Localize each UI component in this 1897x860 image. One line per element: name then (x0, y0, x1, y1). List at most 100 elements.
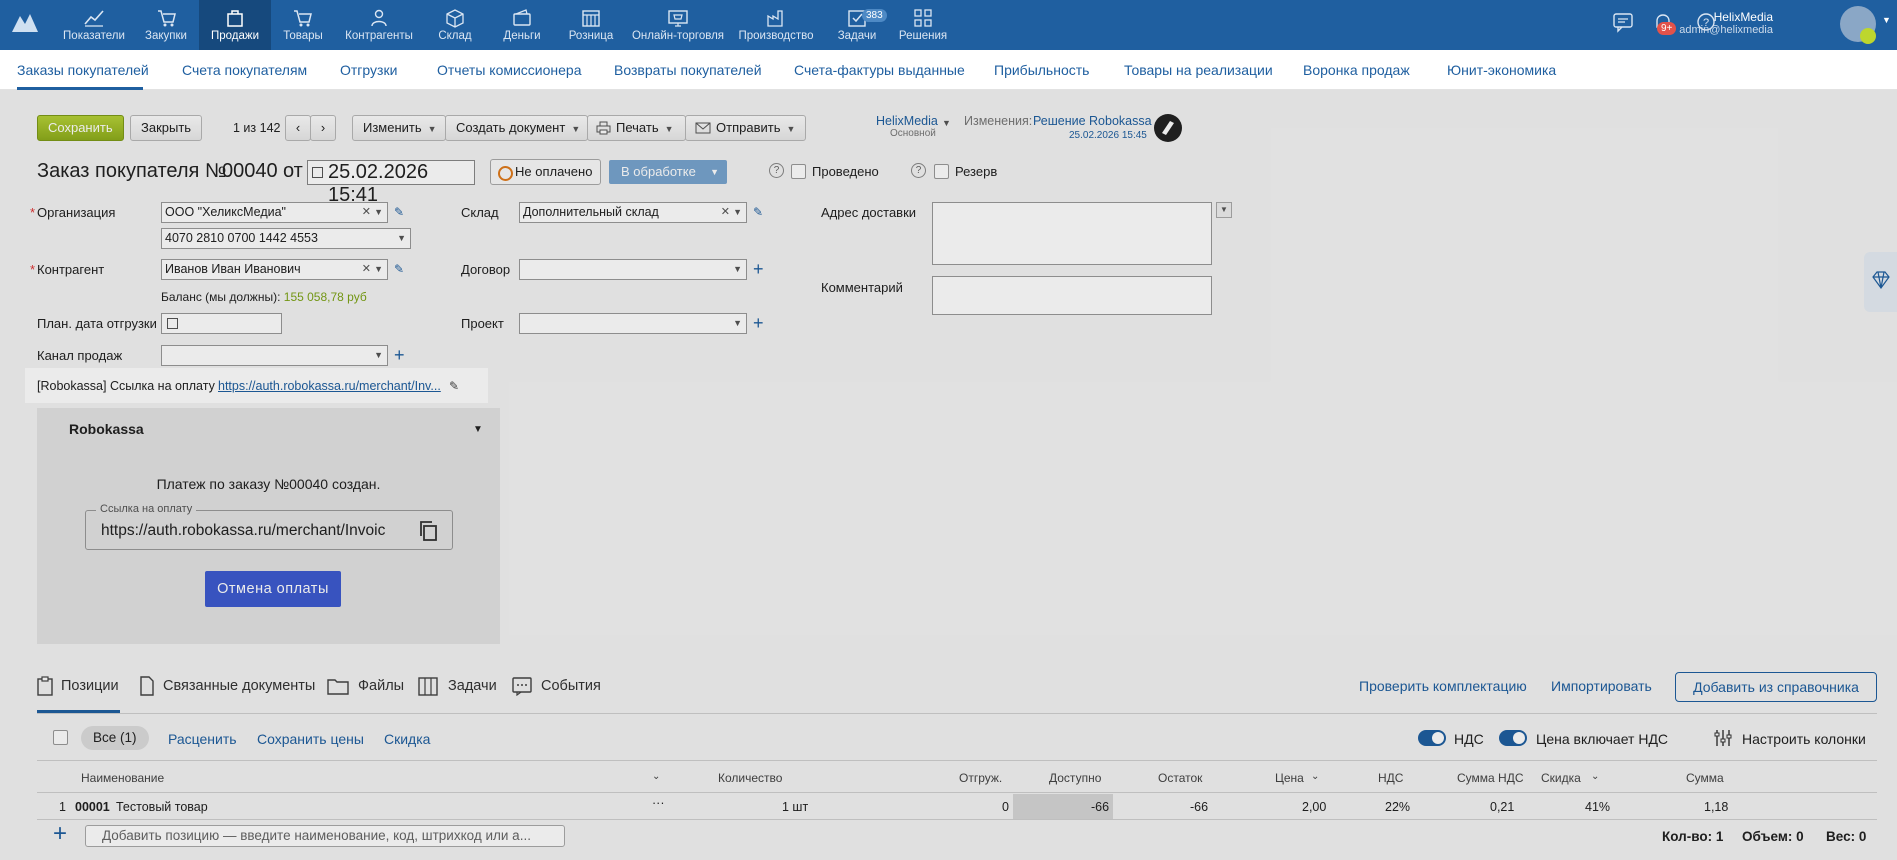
app-logo-icon[interactable] (10, 10, 40, 34)
nav-item-solutions[interactable]: Решения (886, 0, 960, 50)
nav-item-purchases[interactable]: Закупки (129, 0, 203, 50)
order-status-dropdown[interactable]: В обработке ▼ (609, 160, 727, 184)
create-document-button[interactable]: Создать документ ▼ (445, 115, 588, 141)
column-header-vat[interactable]: НДС (1378, 771, 1403, 785)
column-header-sum[interactable]: Сумма (1686, 771, 1724, 785)
nav-item-money[interactable]: Деньги (485, 0, 559, 50)
tab-issued-invoices[interactable]: Счета-фактуры выданные (794, 62, 965, 78)
save-prices-link[interactable]: Сохранить цены (257, 731, 364, 747)
add-position-icon[interactable]: + (53, 821, 67, 847)
bank-account-select[interactable]: 4070 2810 0700 1442 4553 ▼ (161, 228, 411, 249)
contract-select[interactable]: ▼ (519, 259, 747, 280)
expand-address-icon[interactable]: ▼ (1216, 202, 1232, 218)
clear-icon[interactable]: ✕ (721, 203, 730, 222)
comment-field[interactable] (932, 276, 1212, 315)
project-select[interactable]: ▼ (519, 313, 747, 334)
chevron-down-icon[interactable]: ▼ (1882, 15, 1891, 25)
changes-author-link[interactable]: Решение Robokassa (1033, 114, 1152, 128)
help-icon[interactable]: ? (911, 163, 926, 178)
cell-vat[interactable]: 22% (1385, 800, 1410, 814)
tab-events[interactable]: События (541, 678, 601, 694)
column-header-name[interactable]: Наименование (81, 771, 164, 785)
nav-item-indicators[interactable]: Показатели (57, 0, 131, 50)
tab-related-documents[interactable]: Связанные документы (163, 678, 315, 694)
reserve-checkbox[interactable] (934, 164, 949, 179)
column-header-available[interactable]: Доступно (1049, 771, 1101, 785)
edit-pencil-icon[interactable]: ✎ (394, 263, 406, 275)
chat-icon[interactable] (1612, 11, 1634, 33)
nav-item-production[interactable]: Производство (733, 0, 819, 50)
settings-sliders-icon[interactable] (1713, 728, 1733, 748)
nav-item-contractors[interactable]: Контрагенты (340, 0, 418, 50)
column-header-price[interactable]: Цена (1275, 771, 1304, 785)
warehouse-select[interactable]: Дополнительный склад ✕ ▼ (519, 202, 747, 223)
edit-pencil-icon[interactable]: ✎ (753, 206, 765, 218)
tab-tasks[interactable]: Задачи (448, 678, 497, 694)
nav-item-tasks[interactable]: 383 Задачи (820, 0, 894, 50)
contractor-select[interactable]: Иванов Иван Иванович ✕ ▼ (161, 259, 388, 280)
nav-item-sales[interactable]: Продажи (199, 0, 271, 50)
user-name[interactable]: HelixMedia (1714, 10, 1773, 24)
posted-checkbox[interactable] (791, 164, 806, 179)
sales-channel-select[interactable]: ▼ (161, 345, 388, 366)
tab-commissioner-reports[interactable]: Отчеты комиссионера (437, 62, 582, 78)
product-code[interactable]: 00001 (75, 800, 110, 814)
chevron-down-icon[interactable]: ⌄ (1311, 771, 1319, 782)
reprice-link[interactable]: Расценить (168, 731, 237, 747)
payment-status-button[interactable]: Не оплачено (490, 159, 602, 185)
tab-positions[interactable]: Позиции (61, 678, 119, 694)
select-all-checkbox[interactable] (53, 730, 68, 745)
add-icon[interactable]: + (753, 260, 764, 278)
price-includes-vat-toggle[interactable] (1499, 730, 1527, 746)
column-header-discount[interactable]: Скидка (1541, 771, 1581, 785)
caret-down-icon[interactable]: ▼ (942, 118, 951, 128)
column-header-quantity[interactable]: Количество (718, 771, 782, 785)
tab-files[interactable]: Файлы (358, 678, 404, 694)
next-record-button[interactable]: › (310, 115, 336, 141)
tab-sales-funnel[interactable]: Воронка продаж (1303, 62, 1410, 78)
edit-pencil-icon[interactable]: ✎ (449, 379, 459, 393)
product-name[interactable]: Тестовый товар (116, 800, 208, 814)
discount-link[interactable]: Скидка (384, 731, 430, 747)
nav-item-goods[interactable]: Товары (266, 0, 340, 50)
payment-link-field[interactable]: Ссылка на оплату https://auth.robokassa.… (85, 503, 453, 550)
filter-all-pill[interactable]: Все (1) (81, 726, 149, 750)
save-button[interactable]: Сохранить (37, 115, 124, 141)
organization-select[interactable]: ООО "ХеликсМедиа" ✕ ▼ (161, 202, 388, 223)
print-button[interactable]: Печать ▼ (587, 115, 686, 141)
vat-toggle[interactable] (1418, 730, 1446, 746)
tab-profitability[interactable]: Прибыльность (994, 62, 1089, 78)
nav-item-warehouse[interactable]: Склад (418, 0, 492, 50)
column-header-vat-sum[interactable]: Сумма НДС (1457, 771, 1524, 785)
payment-link-value[interactable]: https://auth.robokassa.ru/merchant/Invoi… (101, 522, 411, 540)
close-button[interactable]: Закрыть (130, 115, 203, 141)
delivery-address-field[interactable] (932, 202, 1212, 265)
clear-icon[interactable]: ✕ (362, 260, 371, 279)
side-panel-tab[interactable] (1864, 252, 1897, 312)
cell-price[interactable]: 2,00 (1302, 800, 1326, 814)
add-position-input[interactable]: Добавить позицию — введите наименование,… (85, 825, 565, 847)
tab-customer-returns[interactable]: Возвраты покупателей (614, 62, 762, 78)
tab-shipments[interactable]: Отгрузки (340, 62, 397, 78)
help-icon[interactable]: ? (769, 163, 784, 178)
ship-date-input[interactable] (161, 313, 282, 334)
cell-quantity[interactable]: 1 шт (782, 800, 808, 814)
tab-customer-invoices[interactable]: Счета покупателям (182, 62, 307, 78)
import-link[interactable]: Импортировать (1551, 678, 1652, 694)
tab-unit-economics[interactable]: Юнит-экономика (1447, 62, 1556, 78)
copy-icon[interactable] (418, 520, 438, 542)
tab-goods-on-sale[interactable]: Товары на реализации (1124, 62, 1273, 78)
company-selector[interactable]: HelixMedia (876, 114, 938, 128)
chevron-down-icon[interactable]: ⌄ (1591, 771, 1599, 782)
column-header-stock[interactable]: Остаток (1158, 771, 1202, 785)
nav-item-retail[interactable]: Розница (554, 0, 628, 50)
nav-item-online-trade[interactable]: Онлайн-торговля (628, 0, 728, 50)
chevron-down-icon[interactable]: ⌄ (652, 771, 660, 782)
add-from-catalog-button[interactable]: Добавить из справочника (1675, 672, 1877, 702)
edit-pencil-icon[interactable]: ✎ (394, 206, 406, 218)
order-number[interactable]: 00040 (222, 160, 278, 183)
tab-customer-orders[interactable]: Заказы покупателей (17, 62, 149, 78)
add-icon[interactable]: + (753, 314, 764, 332)
collapse-caret-icon[interactable]: ▼ (473, 424, 483, 435)
more-options-icon[interactable]: ··· (652, 796, 665, 810)
